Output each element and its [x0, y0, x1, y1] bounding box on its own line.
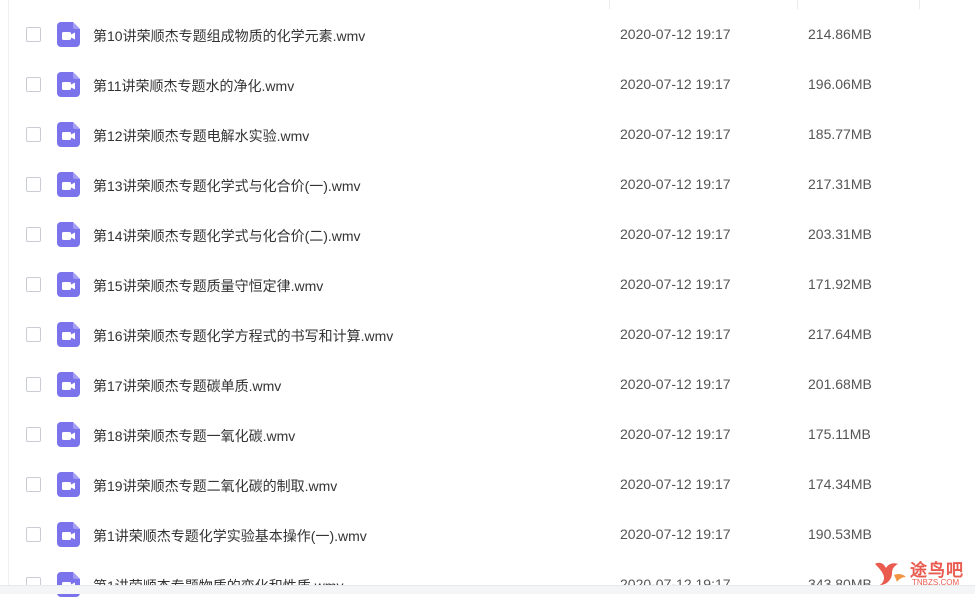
file-row[interactable]: 第17讲荣顺杰专题碳单质.wmv 2020-07-12 19:17 201.68MB — [0, 360, 975, 410]
bird-logo-icon — [875, 562, 906, 585]
file-name[interactable]: 第1讲荣顺杰专题化学实验基本操作(一).wmv — [93, 526, 367, 546]
file-name[interactable]: 第17讲荣顺杰专题碳单质.wmv — [93, 376, 281, 396]
row-checkbox[interactable] — [26, 377, 41, 392]
file-size: 203.31MB — [808, 226, 872, 242]
file-size: 174.34MB — [808, 476, 872, 492]
row-checkbox[interactable] — [26, 77, 41, 92]
file-modified-date: 2020-07-12 19:17 — [620, 326, 731, 342]
file-list: 第10讲荣顺杰专题组成物质的化学元素.wmv 2020-07-12 19:17 21… — [0, 10, 975, 610]
file-size: 217.31MB — [808, 176, 872, 192]
file-name[interactable]: 第16讲荣顺杰专题化学方程式的书写和计算.wmv — [93, 326, 393, 346]
video-file-icon[interactable] — [57, 122, 80, 147]
video-file-icon[interactable] — [57, 522, 80, 547]
file-modified-date: 2020-07-12 19:17 — [620, 376, 731, 392]
video-file-icon[interactable] — [57, 172, 80, 197]
file-name[interactable]: 第18讲荣顺杰专题一氧化碳.wmv — [93, 426, 295, 446]
row-checkbox[interactable] — [26, 127, 41, 142]
video-file-icon[interactable] — [57, 222, 80, 247]
column-separator[interactable] — [609, 0, 610, 9]
file-size: 190.53MB — [808, 526, 872, 542]
watermark-logo: 途鸟吧 TNBZS.COM — [872, 553, 972, 591]
file-modified-date: 2020-07-12 19:17 — [620, 76, 731, 92]
row-checkbox[interactable] — [26, 477, 41, 492]
file-row[interactable]: 第16讲荣顺杰专题化学方程式的书写和计算.wmv 2020-07-12 19:17… — [0, 310, 975, 360]
video-file-icon[interactable] — [57, 472, 80, 497]
file-name[interactable]: 第13讲荣顺杰专题化学式与化合价(一).wmv — [93, 176, 361, 196]
file-row[interactable]: 第1讲荣顺杰专题化学实验基本操作(一).wmv 2020-07-12 19:17 1… — [0, 510, 975, 560]
file-modified-date: 2020-07-12 19:17 — [620, 26, 731, 42]
file-row[interactable]: 第10讲荣顺杰专题组成物质的化学元素.wmv 2020-07-12 19:17 21… — [0, 10, 975, 60]
file-row[interactable]: 第15讲荣顺杰专题质量守恒定律.wmv 2020-07-12 19:17 171.9… — [0, 260, 975, 310]
file-row[interactable]: 第18讲荣顺杰专题一氧化碳.wmv 2020-07-12 19:17 175.11M… — [0, 410, 975, 460]
file-modified-date: 2020-07-12 19:17 — [620, 226, 731, 242]
file-name[interactable]: 第19讲荣顺杰专题二氧化碳的制取.wmv — [93, 476, 337, 496]
column-separator[interactable] — [797, 0, 798, 9]
row-checkbox[interactable] — [26, 177, 41, 192]
row-checkbox[interactable] — [26, 27, 41, 42]
row-checkbox[interactable] — [26, 327, 41, 342]
video-file-icon[interactable] — [57, 322, 80, 347]
watermark-subtext: TNBZS.COM — [912, 578, 960, 587]
file-row[interactable]: 第13讲荣顺杰专题化学式与化合价(一).wmv 2020-07-12 19:17 2… — [0, 160, 975, 210]
file-size: 217.64MB — [808, 326, 872, 342]
file-size: 171.92MB — [808, 276, 872, 292]
file-size: 185.77MB — [808, 126, 872, 142]
file-name[interactable]: 第15讲荣顺杰专题质量守恒定律.wmv — [93, 276, 323, 296]
file-name[interactable]: 第14讲荣顺杰专题化学式与化合价(二).wmv — [93, 226, 361, 246]
file-modified-date: 2020-07-12 19:17 — [620, 276, 731, 292]
header-separators — [0, 0, 975, 9]
file-row[interactable]: 第19讲荣顺杰专题二氧化碳的制取.wmv 2020-07-12 19:17 174.… — [0, 460, 975, 510]
row-checkbox[interactable] — [26, 427, 41, 442]
file-row[interactable]: 第12讲荣顺杰专题电解水实验.wmv 2020-07-12 19:17 185.77… — [0, 110, 975, 160]
file-size: 201.68MB — [808, 376, 872, 392]
video-file-icon[interactable] — [57, 372, 80, 397]
file-name[interactable]: 第11讲荣顺杰专题水的净化.wmv — [93, 76, 294, 96]
file-row[interactable]: 第14讲荣顺杰专题化学式与化合价(二).wmv 2020-07-12 19:17 2… — [0, 210, 975, 260]
file-modified-date: 2020-07-12 19:17 — [620, 426, 731, 442]
row-checkbox[interactable] — [26, 527, 41, 542]
file-size: 175.11MB — [808, 426, 871, 442]
video-file-icon[interactable] — [57, 72, 80, 97]
file-row[interactable]: 第11讲荣顺杰专题水的净化.wmv 2020-07-12 19:17 196.06M… — [0, 60, 975, 110]
file-modified-date: 2020-07-12 19:17 — [620, 476, 731, 492]
row-checkbox[interactable] — [26, 227, 41, 242]
file-modified-date: 2020-07-12 19:17 — [620, 126, 731, 142]
video-file-icon[interactable] — [57, 22, 80, 47]
file-size: 196.06MB — [808, 76, 872, 92]
column-separator[interactable] — [919, 0, 920, 9]
file-size: 214.86MB — [808, 26, 872, 42]
row-checkbox[interactable] — [26, 277, 41, 292]
horizontal-scrollbar[interactable] — [0, 585, 975, 594]
file-name[interactable]: 第12讲荣顺杰专题电解水实验.wmv — [93, 126, 309, 146]
file-modified-date: 2020-07-12 19:17 — [620, 526, 731, 542]
video-file-icon[interactable] — [57, 422, 80, 447]
video-file-icon[interactable] — [57, 272, 80, 297]
file-name[interactable]: 第10讲荣顺杰专题组成物质的化学元素.wmv — [93, 26, 365, 46]
file-modified-date: 2020-07-12 19:17 — [620, 176, 731, 192]
